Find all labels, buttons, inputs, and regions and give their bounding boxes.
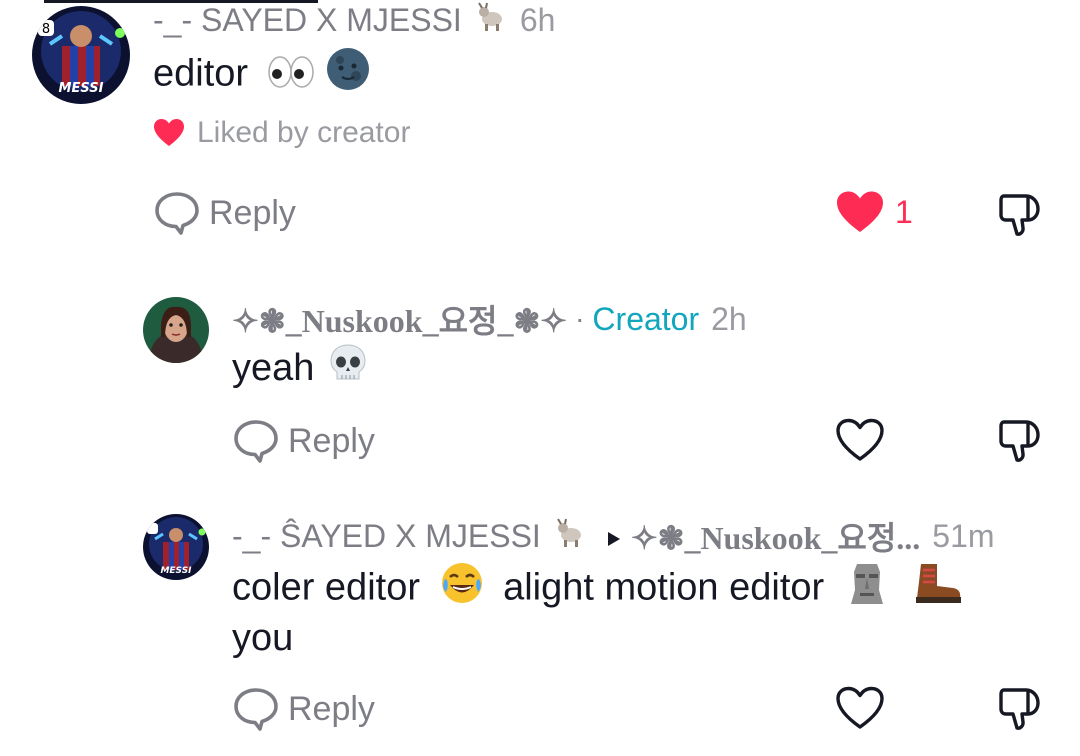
comment-time: 51m [932,517,995,554]
like-button[interactable] [835,418,885,462]
moai-icon [847,560,887,619]
comment-text: editor [153,46,371,105]
eyes-icon [267,50,315,102]
comment-text-line-2: you [232,612,293,664]
reply-label: Reply [288,421,375,460]
liked-by-label: Liked by creator [197,116,411,149]
liked-by-creator: Liked by creator [153,116,410,150]
reply-label: Reply [288,689,375,728]
heart-icon [836,686,884,729]
goat-icon [476,2,508,39]
boot-icon [913,560,963,619]
reply-button[interactable]: Reply [232,418,375,464]
reply-label: Reply [209,193,296,232]
like-button[interactable]: 1 [835,190,913,234]
like-button[interactable] [835,686,885,730]
joy-icon [439,560,485,619]
comment-author-line: ✧❃_Nuskook_요정_❃✧ · Creator 2h [232,296,747,342]
dislike-icon [999,688,1040,730]
comment-text: coler editor alight motion editor [232,560,963,619]
comment-author-line: -_- ŜAYED X MJESSI ✧❃_Nuskook_요정... 51m [232,513,995,559]
dislike-icon [999,420,1040,462]
comment-text-body: yeah [232,347,315,389]
reply-icon [155,192,199,235]
comment-time: 2h [711,300,747,337]
comment-author-line: -_- SAYED X MJESSI 6h [153,2,555,39]
goat-icon [555,517,587,555]
comment-author[interactable]: ✧❃_Nuskook_요정_❃✧ [232,296,567,342]
avatar[interactable]: 8 MESSI [32,6,130,104]
reply-icon [234,688,278,731]
heart-icon [154,119,184,146]
like-count: 1 [895,193,913,230]
comment-text-body: you [232,617,294,659]
heart-icon [837,191,883,232]
heart-icon [836,418,884,461]
comment-author[interactable]: -_- SAYED X MJESSI [153,2,462,39]
moon-face-icon [325,46,371,105]
creator-badge: Creator [592,300,700,337]
skull-icon [327,342,369,397]
comment-text-body: alight motion editor [503,566,825,609]
reply-button[interactable]: Reply [153,190,296,236]
dislike-button[interactable] [996,418,1044,469]
dislike-button[interactable] [996,192,1044,243]
comment-text-body: editor [153,52,249,95]
svg-text:MESSI: MESSI [59,81,104,96]
reply-button[interactable]: Reply [232,686,375,732]
dislike-button[interactable] [996,686,1044,737]
reply-to-author[interactable]: ✧❃_Nuskook_요정... [631,513,920,559]
svg-text:8: 8 [42,22,50,37]
comment-author[interactable]: -_- ŜAYED X MJESSI [232,518,541,555]
separator: · [575,303,585,334]
avatar[interactable] [143,297,209,363]
play-arrow-icon [607,518,621,555]
comment-text-body: coler editor [232,566,420,609]
avatar[interactable]: MESSI [143,514,209,580]
dislike-icon [999,194,1040,236]
comment-text: yeah [232,342,369,397]
comment-time: 6h [519,2,556,38]
reply-icon [234,420,278,463]
svg-text:MESSI: MESSI [160,566,192,576]
